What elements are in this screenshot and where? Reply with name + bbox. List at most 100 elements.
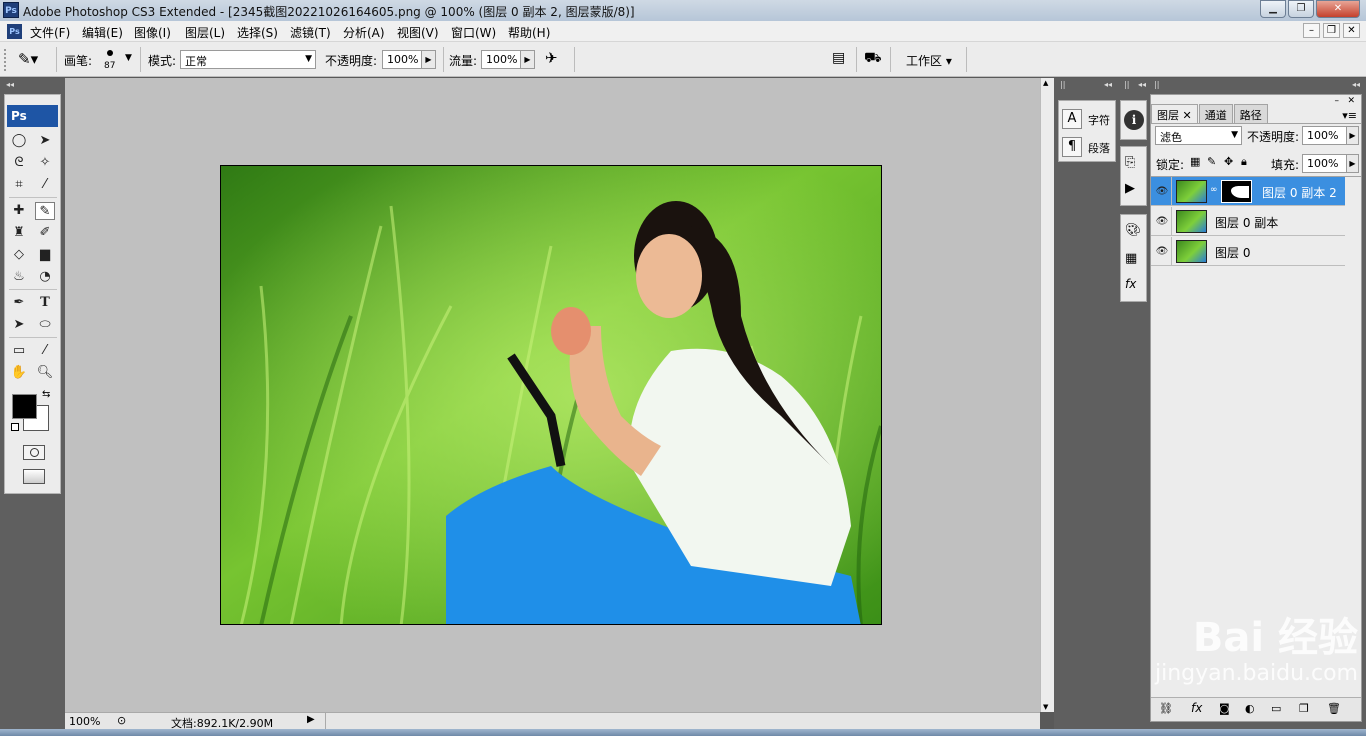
- status-menu-icon[interactable]: ⊙: [117, 714, 126, 727]
- workspace-button[interactable]: 工作区 ▾: [906, 52, 952, 69]
- actions-icon[interactable]: ▶: [1125, 181, 1135, 196]
- doc-minimize-button[interactable]: –: [1303, 23, 1320, 38]
- horizontal-scrollbar[interactable]: [325, 713, 1035, 729]
- clone-stamp-tool-icon[interactable]: ♜: [9, 224, 29, 242]
- close-button[interactable]: ✕: [1316, 0, 1360, 18]
- scroll-down-icon[interactable]: ▼: [1043, 703, 1048, 711]
- marquee-tool-icon[interactable]: ◯: [9, 132, 29, 150]
- menu-help[interactable]: 帮助(H): [508, 24, 550, 41]
- doc-restore-button[interactable]: ❐: [1323, 23, 1340, 38]
- magic-wand-tool-icon[interactable]: ✧: [35, 154, 55, 172]
- menu-analysis[interactable]: 分析(A): [343, 24, 385, 41]
- dodge-tool-icon[interactable]: ◔: [35, 268, 55, 286]
- add-mask-icon[interactable]: ◙: [1219, 702, 1230, 715]
- layer-row-copy[interactable]: 👁︎ 图层 0 副本: [1151, 207, 1345, 236]
- quick-mask-button[interactable]: [23, 445, 45, 460]
- menu-file[interactable]: 文件(F): [30, 24, 70, 41]
- default-colors-icon[interactable]: [11, 423, 19, 431]
- lock-all-icon[interactable]: 🔒︎: [1241, 155, 1247, 169]
- palette-well-icon[interactable]: ▤: [832, 50, 845, 66]
- move-tool-icon[interactable]: ➤: [35, 132, 55, 150]
- status-arrow-icon[interactable]: ▶: [307, 714, 315, 725]
- opacity-input[interactable]: 100%: [382, 50, 422, 69]
- layer-name[interactable]: 图层 0 副本 2: [1262, 184, 1337, 201]
- menu-view[interactable]: 视图(V): [397, 24, 439, 41]
- layer-name[interactable]: 图层 0 副本: [1215, 214, 1278, 231]
- fill-input[interactable]: 100%: [1302, 154, 1347, 173]
- paragraph-icon[interactable]: ¶: [1062, 137, 1082, 157]
- bridge-icon[interactable]: ⛟: [864, 50, 882, 68]
- dock-grip-icon[interactable]: ||: [1060, 80, 1065, 89]
- slice-tool-icon[interactable]: ⁄: [35, 176, 55, 194]
- collapse-panel3-icon[interactable]: ◂◂: [1352, 80, 1360, 89]
- panel-menu-icon[interactable]: ▾≡: [1342, 109, 1357, 122]
- brush-tool-preset-icon[interactable]: ✎▾: [18, 50, 38, 68]
- adjustment-layer-icon[interactable]: ◐: [1245, 702, 1255, 715]
- minimize-button[interactable]: ▁: [1260, 0, 1286, 18]
- link-layers-icon[interactable]: ⛓: [1159, 702, 1173, 715]
- delete-layer-icon[interactable]: 🗑︎: [1327, 702, 1341, 715]
- hand-tool-icon[interactable]: ✋: [9, 364, 29, 382]
- character-label[interactable]: 字符: [1088, 112, 1110, 128]
- lock-transparent-icon[interactable]: ▦: [1190, 155, 1200, 168]
- paragraph-label[interactable]: 段落: [1088, 140, 1110, 156]
- layer-name[interactable]: 图层 0: [1215, 244, 1250, 261]
- mask-link-icon[interactable]: ∞: [1210, 185, 1218, 195]
- swap-colors-icon[interactable]: ⇆: [42, 389, 50, 400]
- gradient-tool-icon[interactable]: ▆: [35, 246, 55, 264]
- collapse-panel2-icon[interactable]: ◂◂: [1138, 80, 1146, 89]
- lock-image-icon[interactable]: ✎: [1207, 155, 1216, 168]
- color-icon[interactable]: 🎨︎: [1125, 223, 1142, 238]
- lasso-tool-icon[interactable]: ᘓ: [9, 154, 29, 172]
- type-tool-icon[interactable]: T: [35, 294, 55, 312]
- zoom-level[interactable]: 100%: [69, 715, 100, 728]
- foreground-color-swatch[interactable]: [12, 394, 37, 419]
- tab-layers[interactable]: 图层 ✕: [1151, 104, 1198, 123]
- visibility-eye-icon[interactable]: 👁︎: [1153, 177, 1172, 206]
- eraser-tool-icon[interactable]: ◇: [9, 246, 29, 264]
- menu-filter[interactable]: 滤镜(T): [290, 24, 331, 41]
- menu-layer[interactable]: 图层(L): [185, 24, 225, 41]
- collapse-dock-icon[interactable]: ◂◂: [6, 80, 14, 89]
- lock-position-icon[interactable]: ✥: [1224, 155, 1233, 168]
- panel-close-icon[interactable]: ✕: [1347, 96, 1355, 106]
- healing-brush-tool-icon[interactable]: ✚: [9, 202, 29, 220]
- notes-tool-icon[interactable]: ▭: [9, 342, 29, 360]
- shape-tool-icon[interactable]: ⬭: [35, 316, 55, 334]
- character-icon[interactable]: A: [1062, 109, 1082, 129]
- brush-dot-icon[interactable]: [107, 50, 113, 56]
- screen-mode-button[interactable]: [23, 469, 45, 484]
- new-group-icon[interactable]: ▭: [1271, 702, 1281, 715]
- layer-row-copy2[interactable]: 👁︎ ∞ 图层 0 副本 2: [1151, 177, 1345, 206]
- tab-paths[interactable]: 路径: [1233, 104, 1268, 123]
- options-grip[interactable]: [4, 49, 8, 71]
- blur-tool-icon[interactable]: ♨: [9, 268, 29, 286]
- menu-select[interactable]: 选择(S): [237, 24, 278, 41]
- layer-opacity-arrow[interactable]: ▶: [1346, 126, 1359, 145]
- zoom-tool-icon[interactable]: 🔍︎: [35, 364, 55, 382]
- path-selection-tool-icon[interactable]: ➤: [9, 316, 29, 334]
- eyedropper-tool-icon[interactable]: ⁄: [35, 342, 55, 360]
- brush-tool-icon[interactable]: ✎: [35, 202, 55, 220]
- layer-opacity-input[interactable]: 100%: [1302, 126, 1347, 145]
- crop-tool-icon[interactable]: ⌗: [9, 176, 29, 194]
- history-brush-tool-icon[interactable]: ✐: [35, 224, 55, 242]
- layer-row-base[interactable]: 👁︎ 图层 0: [1151, 237, 1345, 266]
- pen-tool-icon[interactable]: ✒: [9, 294, 29, 312]
- brush-picker-arrow-icon[interactable]: ▼: [125, 53, 132, 63]
- dock-grip2-icon[interactable]: ||: [1124, 80, 1129, 89]
- menu-image[interactable]: 图像(I): [134, 24, 171, 41]
- vertical-scrollbar[interactable]: ▲ ▼: [1040, 78, 1054, 712]
- menu-window[interactable]: 窗口(W): [451, 24, 496, 41]
- flow-slider-arrow[interactable]: ▶: [520, 50, 535, 69]
- menu-edit[interactable]: 编辑(E): [82, 24, 123, 41]
- new-layer-icon[interactable]: ❐: [1299, 702, 1309, 715]
- layer-style-icon[interactable]: fx: [1191, 701, 1202, 715]
- scroll-up-icon[interactable]: ▲: [1043, 79, 1048, 87]
- visibility-eye-icon[interactable]: 👁︎: [1153, 207, 1172, 236]
- info-icon[interactable]: i: [1124, 110, 1144, 130]
- maximize-button[interactable]: ❐: [1288, 0, 1314, 18]
- doc-close-button[interactable]: ✕: [1343, 23, 1360, 38]
- flow-input[interactable]: 100%: [481, 50, 521, 69]
- mode-select[interactable]: 正常 ▼: [180, 50, 316, 69]
